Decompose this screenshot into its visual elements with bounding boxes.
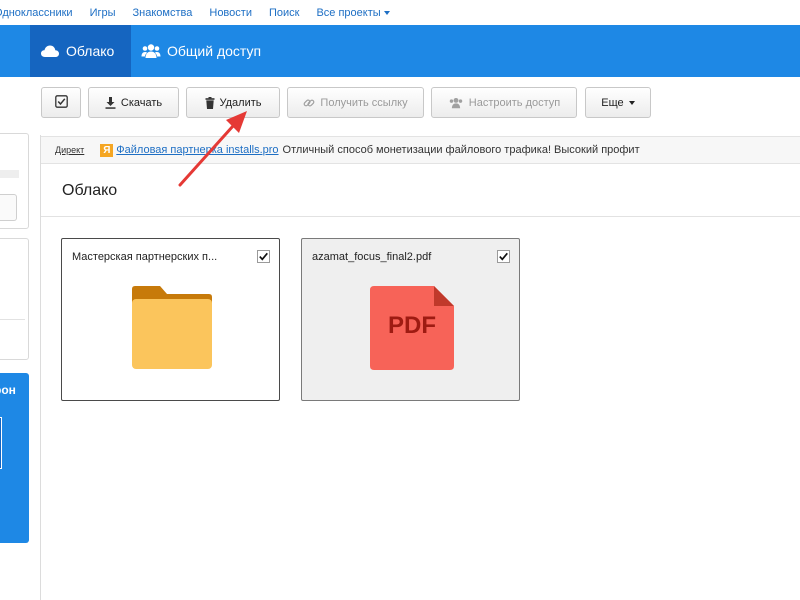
checkmark-icon	[259, 252, 268, 261]
tab-cloud[interactable]: Облако	[30, 25, 131, 77]
select-all-button[interactable]	[41, 87, 81, 118]
tab-cloud-label: Облако	[66, 43, 115, 59]
more-dropdown-button[interactable]: Еще	[585, 87, 651, 118]
get-link-label: Получить ссылку	[320, 96, 408, 109]
portal-link-search[interactable]: Поиск	[269, 7, 299, 19]
file-name: azamat_focus_final2.pdf	[312, 251, 432, 263]
all-projects-label: Все проекты	[316, 6, 381, 19]
portal-link-news[interactable]: Новости	[209, 7, 252, 19]
share-settings-button[interactable]: Настроить доступ	[431, 87, 577, 118]
sidebar-promo-panel[interactable]: рон	[0, 373, 29, 543]
ad-text: Отличный способ монетизации файлового тр…	[282, 144, 640, 156]
pdf-icon: PDF	[370, 286, 454, 373]
pdf-badge: PDF	[388, 312, 436, 339]
sidebar-bar	[0, 170, 19, 178]
ad-banner: Директ Я Файловая партнерка installs.pro…	[41, 136, 800, 164]
chevron-down-icon	[628, 100, 635, 105]
download-icon	[105, 96, 116, 109]
chevron-down-icon	[383, 10, 390, 15]
portal-nav: Одноклассники Игры Знакомства Новости По…	[0, 0, 800, 25]
delete-label: Удалить	[219, 96, 262, 109]
cloud-icon	[40, 44, 60, 58]
app-header: Облако Общий доступ	[0, 25, 800, 77]
portal-link-ok[interactable]: Одноклассники	[0, 7, 73, 19]
more-label: Еще	[601, 96, 624, 109]
link-icon	[303, 97, 315, 109]
sidebar-promo-text: рон	[0, 383, 16, 397]
title-divider	[41, 216, 800, 217]
file-card-folder[interactable]: Мастерская партнерских п...	[61, 238, 280, 401]
ad-link[interactable]: Файловая партнерка installs.pro	[116, 144, 278, 156]
file-checkbox[interactable]	[497, 250, 510, 263]
folder-icon	[130, 286, 214, 373]
content-left-border	[40, 135, 41, 600]
checkbox-icon	[54, 94, 68, 111]
file-name: Мастерская партнерских п...	[72, 251, 218, 263]
portal-link-all-projects[interactable]: Все проекты	[316, 6, 390, 19]
share-settings-label: Настроить доступ	[468, 96, 561, 109]
tab-shared-access[interactable]: Общий доступ	[131, 25, 271, 77]
download-label: Скачать	[120, 96, 163, 109]
sidebar-panel-2	[0, 238, 29, 360]
delete-button[interactable]: Удалить	[186, 87, 280, 118]
sidebar-panel	[0, 133, 29, 229]
yandex-icon: Я	[100, 143, 114, 157]
users-icon	[141, 43, 161, 59]
direct-label[interactable]: Директ	[55, 145, 84, 155]
tab-shared-access-label: Общий доступ	[167, 43, 262, 59]
sidebar-promo-image	[0, 417, 2, 469]
users-icon	[448, 97, 464, 109]
trash-icon	[205, 96, 215, 109]
file-card-pdf[interactable]: azamat_focus_final2.pdf PDF	[301, 238, 520, 401]
sidebar-button[interactable]	[0, 194, 17, 221]
file-checkbox[interactable]	[257, 250, 270, 263]
portal-link-dating[interactable]: Знакомства	[133, 7, 193, 19]
get-link-button[interactable]: Получить ссылку	[287, 87, 424, 118]
toolbar: Скачать Удалить Получить ссылку Настроит…	[41, 87, 800, 119]
checkmark-icon	[499, 252, 508, 261]
download-button[interactable]: Скачать	[88, 87, 179, 118]
sidebar-divider	[0, 319, 25, 320]
portal-link-games[interactable]: Игры	[90, 7, 116, 19]
page-title: Облако	[62, 182, 118, 199]
page: Одноклассники Игры Знакомства Новости По…	[0, 0, 800, 600]
